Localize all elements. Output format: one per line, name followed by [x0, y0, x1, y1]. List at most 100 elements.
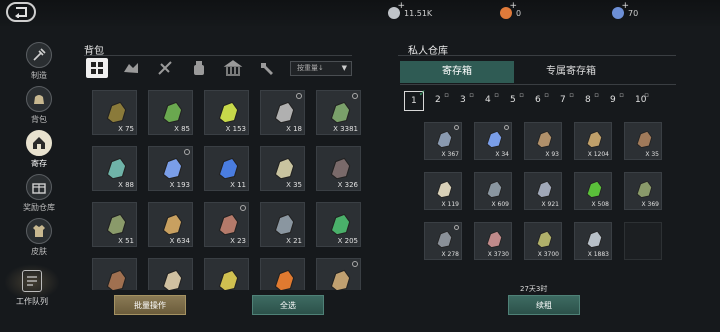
bag-slot[interactable]: X 21	[260, 202, 305, 247]
page-marker-icon: ▫	[619, 91, 624, 99]
storage-slot[interactable]: X 1883	[574, 222, 612, 260]
storage-slot[interactable]: X 367	[424, 122, 462, 160]
item-quantity: X 18	[286, 125, 302, 133]
filter-tools-button[interactable]	[256, 58, 278, 78]
nav-item-reward-warehouse[interactable]: 奖励仓库	[14, 174, 64, 212]
page-number: 3	[460, 95, 466, 105]
round-shield-item-icon	[636, 180, 653, 199]
page-tab[interactable]: 5 ▫	[504, 91, 524, 111]
nav-item-skin[interactable]: 皮肤	[14, 218, 64, 256]
work-queue-icon	[22, 270, 42, 292]
brass-part-item-icon	[330, 269, 351, 290]
back-button[interactable]	[6, 2, 36, 22]
copper-ore-item-icon	[586, 130, 603, 149]
select-all-button[interactable]: 全选	[252, 295, 324, 315]
bag-slot[interactable]: X 205	[316, 202, 361, 247]
shield-emblem-item-icon	[106, 213, 127, 236]
filter-consumables-button[interactable]	[188, 58, 210, 78]
page-tab[interactable]: 6 ▫	[529, 91, 549, 111]
bag-slot[interactable]: X 326	[316, 146, 361, 191]
gold-currency[interactable]: 0	[500, 1, 521, 21]
item-quantity: X 11	[230, 181, 246, 189]
item-quantity: X 3700	[537, 251, 559, 258]
tab-deposit-box[interactable]: 寄存箱	[400, 61, 514, 83]
crystal-ore-item-icon	[106, 157, 127, 180]
gear-cluster-item-icon	[436, 130, 453, 149]
nav-item-storage[interactable]: 寄存	[14, 130, 64, 168]
silver-currency[interactable]: 11.51K	[388, 1, 432, 21]
storage-slot[interactable]: X 609	[474, 172, 512, 210]
storage-slot[interactable]: X 34	[474, 122, 512, 160]
nav-label-crafting: 制造	[31, 71, 47, 80]
bag-slot[interactable]: X 3381	[316, 90, 361, 135]
page-tab[interactable]: 3 ▫	[454, 91, 474, 111]
filter-buildings-button[interactable]	[222, 58, 244, 78]
page-number: 9	[610, 95, 616, 105]
item-quantity: X 35	[645, 151, 659, 158]
bag-slot[interactable]: X 11	[204, 146, 249, 191]
bag-slot[interactable]: X 193	[148, 146, 193, 191]
wood-logs-item-icon	[106, 269, 127, 290]
filter-materials-button[interactable]	[120, 58, 142, 78]
page-tab[interactable]: 4 ▫	[479, 91, 499, 111]
empty-storage-slot[interactable]	[624, 222, 662, 260]
item-quantity: X 326	[337, 181, 358, 189]
bag-slot[interactable]	[260, 258, 305, 290]
bag-slot[interactable]: X 35	[260, 146, 305, 191]
bag-slot[interactable]: X 88	[92, 146, 137, 191]
storage-slot[interactable]: X 119	[424, 172, 462, 210]
item-quantity: X 609	[491, 201, 509, 208]
work-queue-button[interactable]: 工作队列	[4, 258, 60, 316]
storage-slot[interactable]: X 93	[524, 122, 562, 160]
storage-slot[interactable]: X 1204	[574, 122, 612, 160]
bag-slot[interactable]	[316, 258, 361, 290]
bag-slot[interactable]: X 85	[148, 90, 193, 135]
item-quantity: X 119	[441, 201, 459, 208]
sort-dropdown[interactable]: 按重量↓ ▼	[290, 61, 352, 76]
filter-weapons-button[interactable]	[154, 58, 176, 78]
storage-slot[interactable]: X 3730	[474, 222, 512, 260]
item-quantity: X 51	[118, 237, 134, 245]
bag-slot[interactable]	[148, 258, 193, 290]
materials-icon	[124, 63, 138, 73]
storage-slot[interactable]: X 921	[524, 172, 562, 210]
storage-slot[interactable]: X 278	[424, 222, 462, 260]
bag-slot[interactable]: X 23	[204, 202, 249, 247]
nav-item-bag[interactable]: 背包	[14, 86, 64, 124]
tab-exclusive-deposit-box[interactable]: 专属寄存箱	[514, 61, 628, 83]
herb-bundle-item-icon	[536, 230, 553, 249]
page-tab[interactable]: 1 ✓	[404, 89, 426, 111]
bag-slot[interactable]: X 18	[260, 90, 305, 135]
bag-slot[interactable]	[92, 258, 137, 290]
batch-operation-button[interactable]: 批量操作	[114, 295, 186, 315]
page-marker-icon: ▫	[469, 91, 474, 99]
diamond-currency[interactable]: 70	[612, 1, 638, 21]
page-tab[interactable]: 9 ▫	[604, 91, 624, 111]
bag-slot[interactable]: X 153	[204, 90, 249, 135]
nav-item-crafting[interactable]: 制造	[14, 42, 64, 80]
renew-rent-button[interactable]: 续租	[508, 295, 580, 315]
page-tab[interactable]: 2 ▫	[429, 91, 449, 111]
bag-slot[interactable]: X 634	[148, 202, 193, 247]
page-tab[interactable]: 10 ▫	[629, 91, 649, 111]
nav-label-bag: 背包	[31, 115, 47, 124]
page-tab[interactable]: 7 ▫	[554, 91, 574, 111]
bag-slot[interactable]: X 75	[92, 90, 137, 135]
storage-slot[interactable]: X 3700	[524, 222, 562, 260]
page-marker-icon: ▫	[644, 91, 649, 99]
sulfur-ore-item-icon	[218, 101, 239, 124]
storage-slot[interactable]: X 369	[624, 172, 662, 210]
yellow-pile-item-icon	[218, 269, 239, 290]
dropdown-arrow-icon: ▼	[341, 64, 347, 72]
nav-label-reward-warehouse: 奖励仓库	[23, 203, 55, 212]
storage-slot[interactable]: X 508	[574, 172, 612, 210]
page-marker-icon: ▫	[444, 91, 449, 99]
bag-slot[interactable]	[204, 258, 249, 290]
grey-stone-item-icon	[486, 180, 503, 199]
bag-slot[interactable]: X 51	[92, 202, 137, 247]
bound-book-item-icon	[636, 130, 653, 149]
pink-meat-item-icon	[486, 230, 503, 249]
filter-all-button[interactable]	[86, 58, 108, 78]
page-tab[interactable]: 8 ▫	[579, 91, 599, 111]
storage-slot[interactable]: X 35	[624, 122, 662, 160]
